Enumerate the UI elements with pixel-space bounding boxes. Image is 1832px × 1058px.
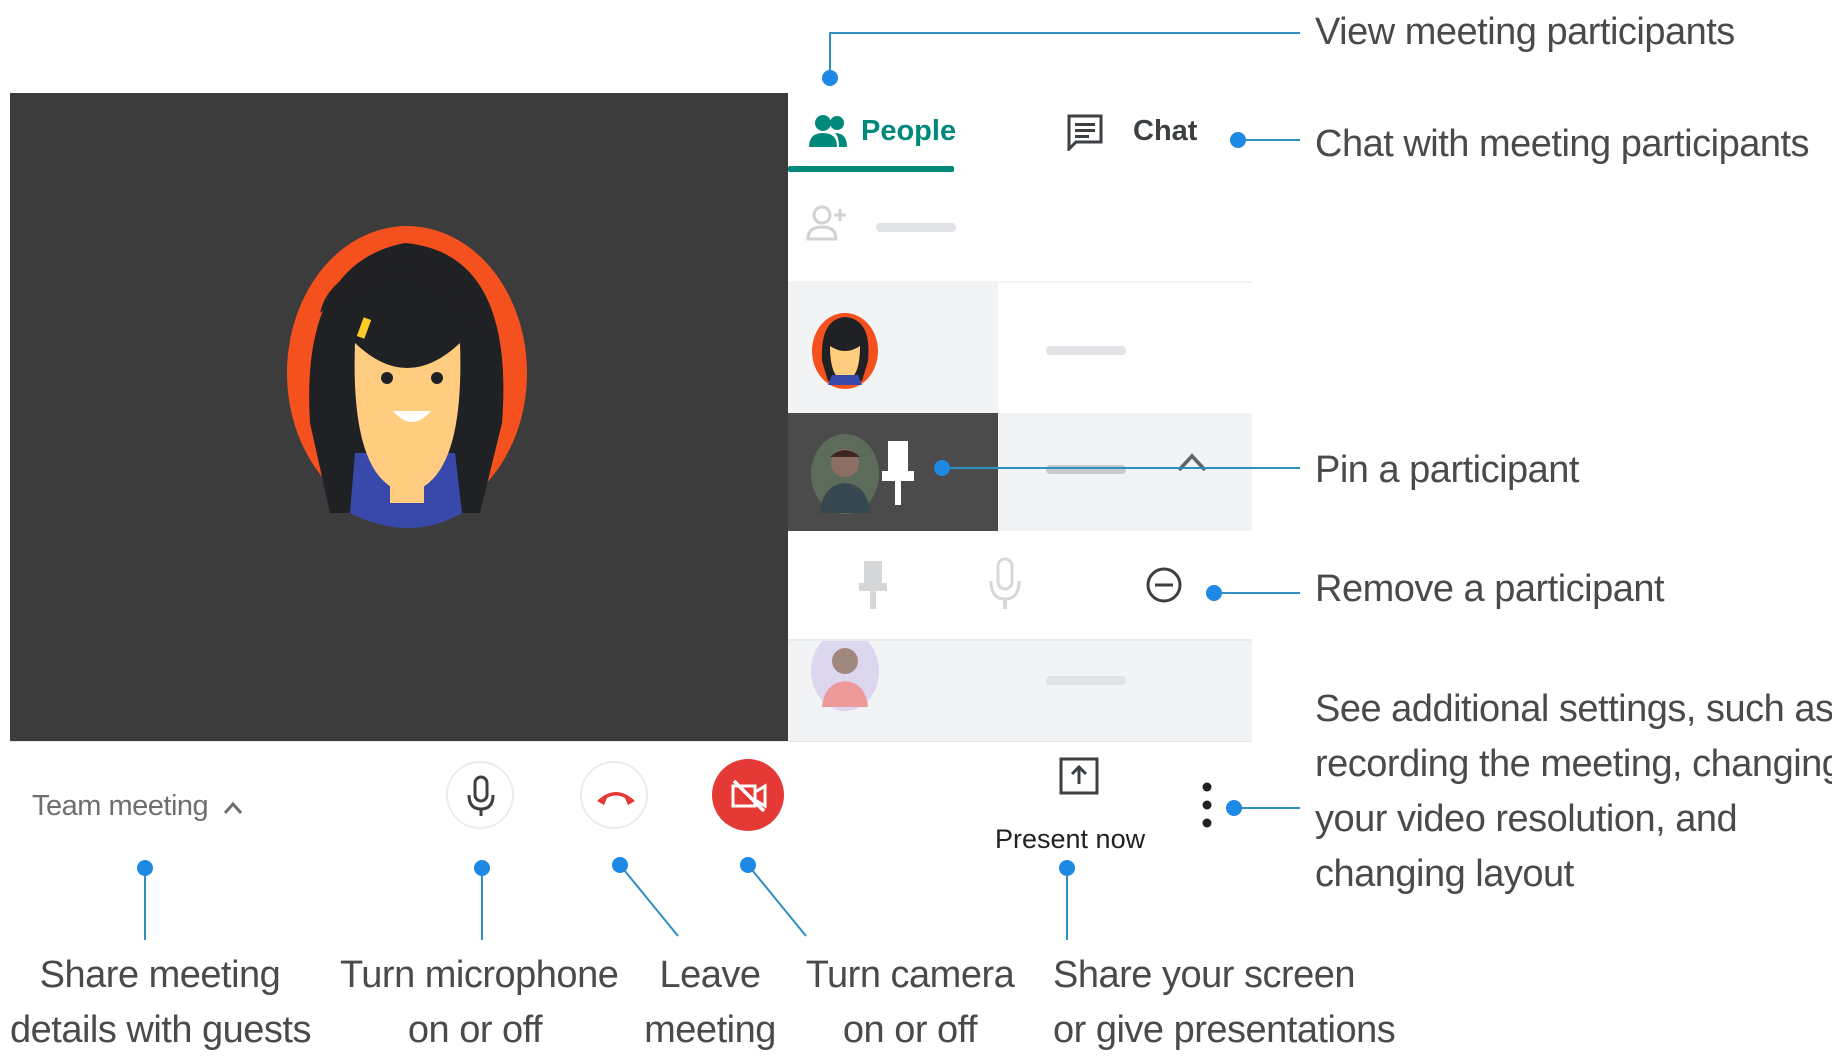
annotation-share-screen: Share your screen or give presentations	[1053, 948, 1396, 1058]
annotation-line: See additional settings, such as	[1315, 688, 1832, 730]
annotation-line: meeting	[644, 1009, 776, 1051]
annotation-line: Leave	[659, 954, 761, 996]
annotation-line: recording the meeting, changing	[1315, 743, 1832, 785]
annotation-line: details with guests	[10, 1009, 312, 1051]
annotation-line: or give presentations	[1053, 1009, 1396, 1051]
annotation-view-participants: View meeting participants	[1315, 11, 1735, 53]
annotation-toggle-camera: Turn camera on or off	[805, 948, 1015, 1058]
annotation-line: Share meeting	[39, 954, 281, 996]
annotation-line: Turn microphone	[340, 954, 619, 996]
annotation-line: Turn camera	[805, 954, 1015, 996]
annotation-line: Share your screen	[1053, 954, 1356, 996]
annotation-remove-participant: Remove a participant	[1315, 568, 1665, 610]
annotation-additional-settings: See additional settings, such as recordi…	[1315, 682, 1832, 902]
annotation-line: your video resolution, and	[1315, 798, 1738, 840]
annotation-line: changing layout	[1315, 853, 1574, 895]
annotation-share-details: Share meeting details with guests	[10, 948, 312, 1058]
annotation-chat-participants: Chat with meeting participants	[1315, 123, 1810, 165]
annotation-toggle-mic: Turn microphone on or off	[340, 948, 619, 1058]
annotation-pin-participant: Pin a participant	[1315, 449, 1580, 491]
annotation-leave-meeting: Leave meeting	[630, 948, 790, 1058]
annotation-line: on or off	[842, 1009, 978, 1051]
annotation-line: on or off	[407, 1009, 543, 1051]
